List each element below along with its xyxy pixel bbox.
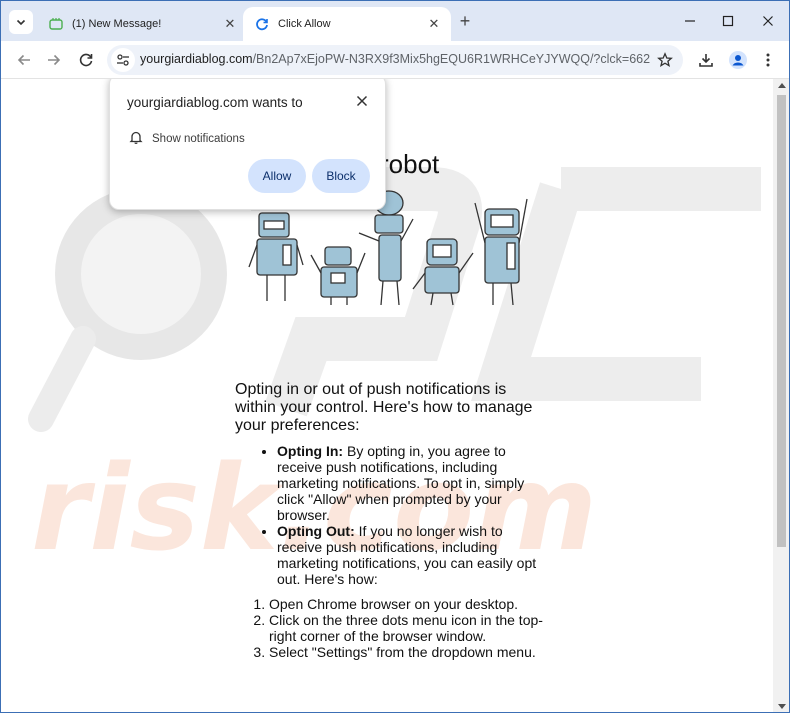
menu-icon[interactable]	[757, 49, 779, 71]
browser-window: (1) New Message! ✕ Click Allow ✕ + yourg…	[0, 0, 790, 713]
popup-title: yourgiardiablog.com wants to	[127, 95, 303, 110]
permission-label: Show notifications	[152, 132, 245, 145]
profile-icon[interactable]	[727, 49, 749, 71]
block-button[interactable]: Block	[312, 159, 370, 193]
tab-new-message[interactable]: (1) New Message! ✕	[37, 7, 247, 41]
address-bar[interactable]: yourgiardiablog.com/Bn2Ap7xEjoPW-N3RX9f3…	[107, 45, 683, 75]
opt-in-label: Opting In:	[277, 443, 344, 459]
opt-out-label: Opting Out:	[277, 523, 355, 539]
forward-icon[interactable]	[43, 49, 65, 71]
close-icon[interactable]	[354, 93, 370, 109]
list-item: Opting In: By opting in, you agree to re…	[277, 443, 545, 523]
scroll-up-icon[interactable]	[778, 83, 786, 88]
chevron-down-icon	[16, 19, 26, 26]
reload-icon[interactable]	[75, 49, 97, 71]
step-item: Open Chrome browser on your desktop.	[269, 596, 545, 612]
tab-click-allow[interactable]: Click Allow ✕	[243, 7, 451, 41]
favicon-icon	[49, 17, 63, 31]
bell-icon	[129, 130, 143, 147]
step-item: Click on the three dots menu icon in the…	[269, 612, 545, 644]
close-icon[interactable]	[758, 11, 778, 31]
tab-strip: (1) New Message! ✕ Click Allow ✕ +	[1, 1, 789, 41]
plus-icon[interactable]: +	[455, 11, 475, 31]
steps-list: Open Chrome browser on your desktop. Cli…	[193, 596, 545, 660]
download-icon[interactable]	[695, 49, 717, 71]
back-icon[interactable]	[13, 49, 35, 71]
permission-popup: yourgiardiablog.com wants to Show notifi…	[109, 79, 386, 210]
step-item: Select "Settings" from the dropdown menu…	[269, 644, 545, 660]
minimize-icon[interactable]	[680, 11, 700, 31]
scrollbar[interactable]	[773, 79, 789, 712]
intro-text: Opting in or out of push notifications i…	[235, 381, 533, 434]
list-item: Opting Out: If you no longer wish to rec…	[277, 523, 545, 587]
scroll-thumb[interactable]	[777, 95, 786, 547]
tab-search-button[interactable]	[9, 10, 33, 34]
scroll-down-icon[interactable]	[778, 704, 786, 709]
close-icon[interactable]: ✕	[221, 15, 239, 33]
page-content: risk.com ou are not a robot	[1, 79, 773, 712]
toolbar: yourgiardiablog.com/Bn2Ap7xEjoPW-N3RX9f3…	[1, 41, 789, 79]
site-info-icon[interactable]	[111, 48, 135, 72]
options-list: Opting In: By opting in, you agree to re…	[235, 443, 545, 587]
star-icon[interactable]	[657, 52, 673, 73]
tab-title: (1) New Message!	[72, 18, 162, 30]
notification-info: Opting in or out of push notifications i…	[235, 381, 545, 660]
loading-icon	[255, 17, 269, 31]
tab-title: Click Allow	[278, 18, 331, 30]
close-icon[interactable]: ✕	[425, 15, 443, 33]
permission-row: Show notifications	[129, 130, 245, 147]
allow-button[interactable]: Allow	[248, 159, 306, 193]
url-path: /Bn2Ap7xEjoPW-N3RX9f3Mix5hgEQU6R1WRHCeYJ…	[252, 52, 650, 66]
maximize-icon[interactable]	[718, 11, 738, 31]
url-text[interactable]: yourgiardiablog.com/Bn2Ap7xEjoPW-N3RX9f3…	[140, 52, 650, 66]
url-domain: yourgiardiablog.com	[140, 52, 253, 66]
